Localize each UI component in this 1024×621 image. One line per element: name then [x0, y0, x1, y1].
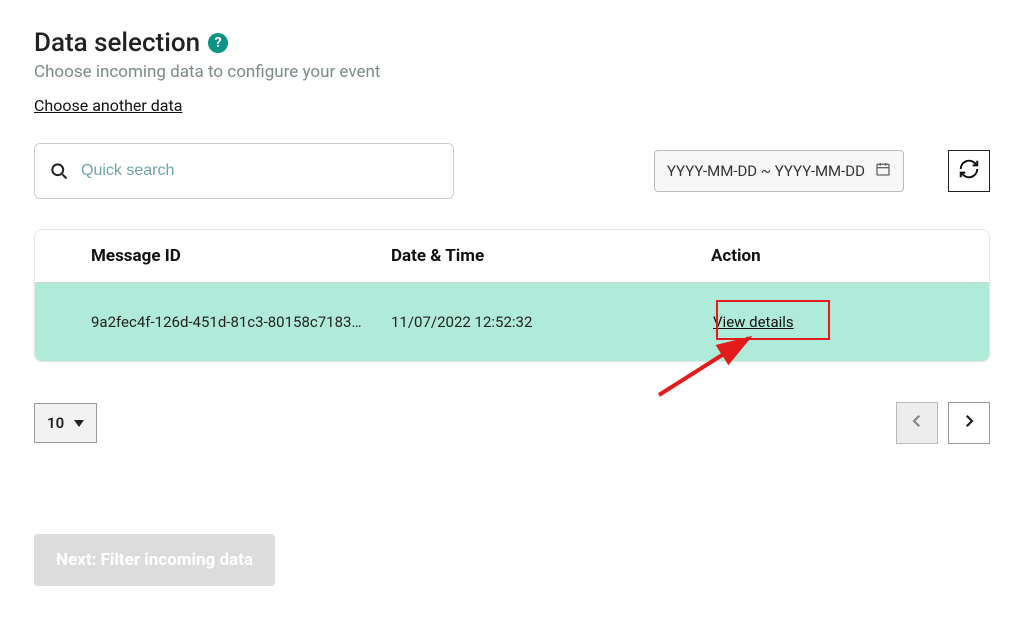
chevron-down-icon [74, 420, 84, 427]
page-title: Data selection [34, 28, 200, 58]
cell-message-id: 9a2fec4f-126d-451d-81c3-80158c7183… [91, 313, 391, 331]
search-input[interactable] [81, 162, 439, 180]
page-size-value: 10 [47, 414, 64, 432]
next-page-button[interactable] [948, 402, 990, 444]
date-range-text: YYYY-MM-DD ~ YYYY-MM-DD [667, 162, 865, 180]
table-row[interactable]: 9a2fec4f-126d-451d-81c3-80158c7183… 11/0… [35, 282, 989, 361]
table-header: Message ID Date & Time Action [35, 230, 989, 282]
cell-datetime: 11/07/2022 12:52:32 [391, 313, 711, 331]
help-icon[interactable]: ? [208, 33, 228, 53]
view-details-link[interactable]: View details [711, 309, 796, 335]
col-header-message-id: Message ID [91, 246, 391, 266]
search-box[interactable] [34, 143, 454, 199]
data-table: Message ID Date & Time Action 9a2fec4f-1… [34, 229, 990, 362]
next-step-button: Next: Filter incoming data [34, 534, 275, 586]
page-subtitle: Choose incoming data to configure your e… [34, 62, 990, 82]
date-range-picker[interactable]: YYYY-MM-DD ~ YYYY-MM-DD [654, 150, 904, 192]
chevron-right-icon [960, 412, 978, 434]
page-size-select[interactable]: 10 [34, 403, 97, 443]
prev-page-button[interactable] [896, 402, 938, 444]
search-icon [49, 161, 69, 181]
calendar-icon [875, 161, 891, 181]
refresh-button[interactable] [948, 150, 990, 192]
col-header-action: Action [711, 246, 989, 266]
col-header-datetime: Date & Time [391, 246, 711, 266]
choose-another-data-link[interactable]: Choose another data [34, 96, 182, 115]
refresh-icon [958, 158, 980, 184]
chevron-left-icon [908, 412, 926, 434]
